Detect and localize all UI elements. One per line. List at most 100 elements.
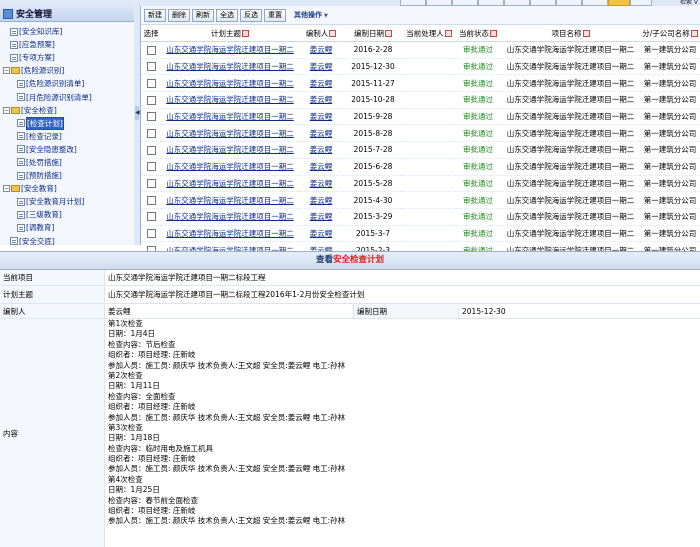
select-all-button[interactable]: 全选 <box>216 8 238 22</box>
cell-subject[interactable]: 山东交通学院海运学院迁建项目一期二 <box>161 91 299 109</box>
sidebar-item[interactable]: [安全知识库] <box>0 25 134 38</box>
sidebar-splitter[interactable]: ◀ <box>134 6 141 245</box>
table-row[interactable]: 山东交通学院海运学院迁建项目一期二 姜云鲤 2015-10-28 审批通过 山东交通学院… <box>141 91 700 109</box>
cell-subject[interactable]: 山东交通学院海运学院迁建项目一期二 <box>161 141 299 159</box>
table-row[interactable]: 山东交通学院海运学院迁建项目一期二 姜云鲤 2015-5-28 审批通过 山东交通学院海… <box>141 175 700 193</box>
sidebar-item[interactable]: − [危险源识别] <box>0 64 134 77</box>
cell-handler <box>403 175 455 193</box>
cell-author[interactable]: 姜云鲤 <box>299 58 343 76</box>
cell-subject[interactable]: 山东交通学院海运学院迁建项目一期二 <box>161 208 299 226</box>
sort-icon[interactable] <box>444 30 452 37</box>
row-checkbox[interactable] <box>146 212 156 222</box>
delete-button[interactable]: 删除 <box>168 8 190 22</box>
cell-subject[interactable]: 山东交通学院海运学院迁建项目一期二 <box>161 74 299 93</box>
cell-author[interactable]: 姜云鲤 <box>299 41 343 59</box>
table-row[interactable]: 山东交通学院海运学院迁建项目一期二 姜云鲤 2015-3-7 审批通过 山东交通学院海运… <box>141 225 700 243</box>
row-checkbox[interactable] <box>146 95 156 105</box>
sort-icon[interactable] <box>582 30 590 37</box>
sidebar-item[interactable]: [三级教育] <box>0 208 134 221</box>
cell-subject[interactable]: 山东交通学院海运学院迁建项目一期二 <box>161 41 299 59</box>
invert-selection-button[interactable]: 反选 <box>240 8 262 22</box>
cell-author[interactable]: 姜云鲤 <box>299 74 343 93</box>
row-checkbox[interactable] <box>146 78 156 88</box>
cell-author[interactable]: 姜云鲤 <box>299 158 343 176</box>
cell-subject[interactable]: 山东交通学院海运学院迁建项目一期二 <box>161 158 299 176</box>
reset-button[interactable]: 重置 <box>264 8 286 22</box>
row-checkbox[interactable] <box>146 162 156 172</box>
sort-icon[interactable] <box>690 30 698 37</box>
cell-subject[interactable]: 山东交通学院海运学院迁建项目一期二 <box>161 124 299 143</box>
folder-icon <box>11 185 20 193</box>
new-button[interactable]: 新建 <box>144 8 166 22</box>
col-handler[interactable]: 当前处理人 <box>403 25 455 42</box>
collapse-toggle-icon[interactable]: − <box>3 185 10 193</box>
col-status[interactable]: 当前状态 <box>455 25 501 42</box>
table-row[interactable]: 山东交通学院海运学院迁建项目一期二 姜云鲤 2015-7-28 审批通过 山东交通学院海… <box>141 141 700 159</box>
sidebar-item[interactable]: [安全教育月计划] <box>0 195 134 208</box>
row-checkbox[interactable] <box>146 129 156 139</box>
table-row[interactable]: 山东交通学院海运学院迁建项目一期二 姜云鲤 2015-6-28 审批通过 山东交通学院海… <box>141 158 700 176</box>
row-checkbox[interactable] <box>146 45 156 55</box>
sidebar-header: 安全管理 <box>0 6 134 22</box>
cell-subject[interactable]: 山东交通学院海运学院迁建项目一期二 <box>161 191 299 209</box>
col-date[interactable]: 编制日期 <box>343 25 403 42</box>
cell-subject[interactable]: 山东交通学院海运学院迁建项目一期二 <box>161 108 299 126</box>
table-row[interactable]: 山东交通学院海运学院迁建项目一期二 姜云鲤 2015-11-27 审批通过 山东交通学院… <box>141 74 700 93</box>
table-row[interactable]: 山东交通学院海运学院迁建项目一期二 姜云鲤 2015-3-29 审批通过 山东交通学院海… <box>141 208 700 226</box>
refresh-button[interactable]: 刷新 <box>192 8 214 22</box>
row-checkbox[interactable] <box>146 179 156 189</box>
cell-author[interactable]: 姜云鲤 <box>299 108 343 126</box>
cell-author[interactable]: 姜云鲤 <box>299 124 343 143</box>
more-actions-dropdown[interactable]: 其他操作 ▼ <box>294 10 328 20</box>
sidebar-item[interactable]: [检查记录] <box>0 130 134 143</box>
sidebar-item[interactable]: [月危险源识别清单] <box>0 90 134 103</box>
sidebar-item[interactable]: [预防措施] <box>0 169 134 182</box>
cell-subject[interactable]: 山东交通学院海运学院迁建项目一期二 <box>161 58 299 76</box>
table-row[interactable]: 山东交通学院海运学院迁建项目一期二 姜云鲤 2015-8-28 审批通过 山东交通学院海… <box>141 124 700 143</box>
cell-author[interactable]: 姜云鲤 <box>299 191 343 209</box>
row-checkbox[interactable] <box>146 145 156 155</box>
sidebar-item[interactable]: − [安全教育] <box>0 182 134 195</box>
cell-author[interactable]: 姜云鲤 <box>299 141 343 159</box>
collapse-toggle-icon[interactable]: − <box>3 67 10 75</box>
table-row[interactable]: 山东交通学院海运学院迁建项目一期二 姜云鲤 2015-9-28 审批通过 山东交通学院海… <box>141 108 700 126</box>
col-project[interactable]: 项目名称 <box>501 25 640 42</box>
collapse-arrow-icon[interactable]: ◀ <box>135 106 140 120</box>
collapse-toggle-icon[interactable]: − <box>3 106 10 114</box>
sidebar-item[interactable]: [调教育] <box>0 221 134 234</box>
sort-icon[interactable] <box>490 30 497 37</box>
sort-icon[interactable] <box>329 30 337 37</box>
sidebar-item[interactable]: [处罚措施] <box>0 156 134 169</box>
table-row[interactable]: 山东交通学院海运学院迁建项目一期二 姜云鲤 2016-2-28 审批通过 山东交通学院海… <box>141 41 700 59</box>
sidebar-item[interactable]: [危险源识别清单] <box>0 77 134 90</box>
row-checkbox[interactable] <box>146 62 156 72</box>
col-company[interactable]: 分/子公司名称 <box>640 25 700 42</box>
sidebar-item[interactable]: [检查计划] <box>0 116 134 130</box>
sidebar-item[interactable]: [安全隐患整改] <box>0 143 134 156</box>
sidebar-item-label: [三级教育] <box>26 210 62 220</box>
sidebar-item[interactable]: [安全交底] <box>0 235 134 245</box>
search-label[interactable]: 检索 V <box>680 0 698 6</box>
cell-project: 山东交通学院海运学院迁建项目一期二 <box>501 41 640 59</box>
cell-author[interactable]: 姜云鲤 <box>299 208 343 226</box>
sort-icon[interactable] <box>385 30 392 37</box>
row-checkbox[interactable] <box>146 112 156 122</box>
cell-author[interactable]: 姜云鲤 <box>299 225 343 243</box>
sort-icon[interactable] <box>242 30 249 37</box>
sidebar-item[interactable]: [应急预案] <box>0 38 134 51</box>
table-row[interactable]: 山东交通学院海运学院迁建项目一期二 姜云鲤 2015-4-30 审批通过 山东交通学院海… <box>141 191 700 209</box>
cell-subject[interactable]: 山东交通学院海运学院迁建项目一期二 <box>161 225 299 243</box>
col-author[interactable]: 编制人 <box>299 25 343 42</box>
sidebar-item[interactable]: [专项方案] <box>0 51 134 64</box>
row-checkbox[interactable] <box>146 229 156 239</box>
table-row[interactable]: 山东交通学院海运学院迁建项目一期二 姜云鲤 2015-12-30 审批通过 山东交通学院… <box>141 58 700 76</box>
content-line: 检查内容：全面检查 <box>108 391 176 401</box>
row-checkbox[interactable] <box>146 195 156 205</box>
col-subject[interactable]: 计划主题 <box>161 25 299 42</box>
sidebar-item[interactable]: − [安全检查] <box>0 104 134 117</box>
cell-subject[interactable]: 山东交通学院海运学院迁建项目一期二 <box>161 175 299 193</box>
document-icon <box>17 79 25 88</box>
cell-author[interactable]: 姜云鲤 <box>299 91 343 109</box>
cell-author[interactable]: 姜云鲤 <box>299 175 343 193</box>
detail-heading: 查看安全检查计划 <box>0 251 700 270</box>
